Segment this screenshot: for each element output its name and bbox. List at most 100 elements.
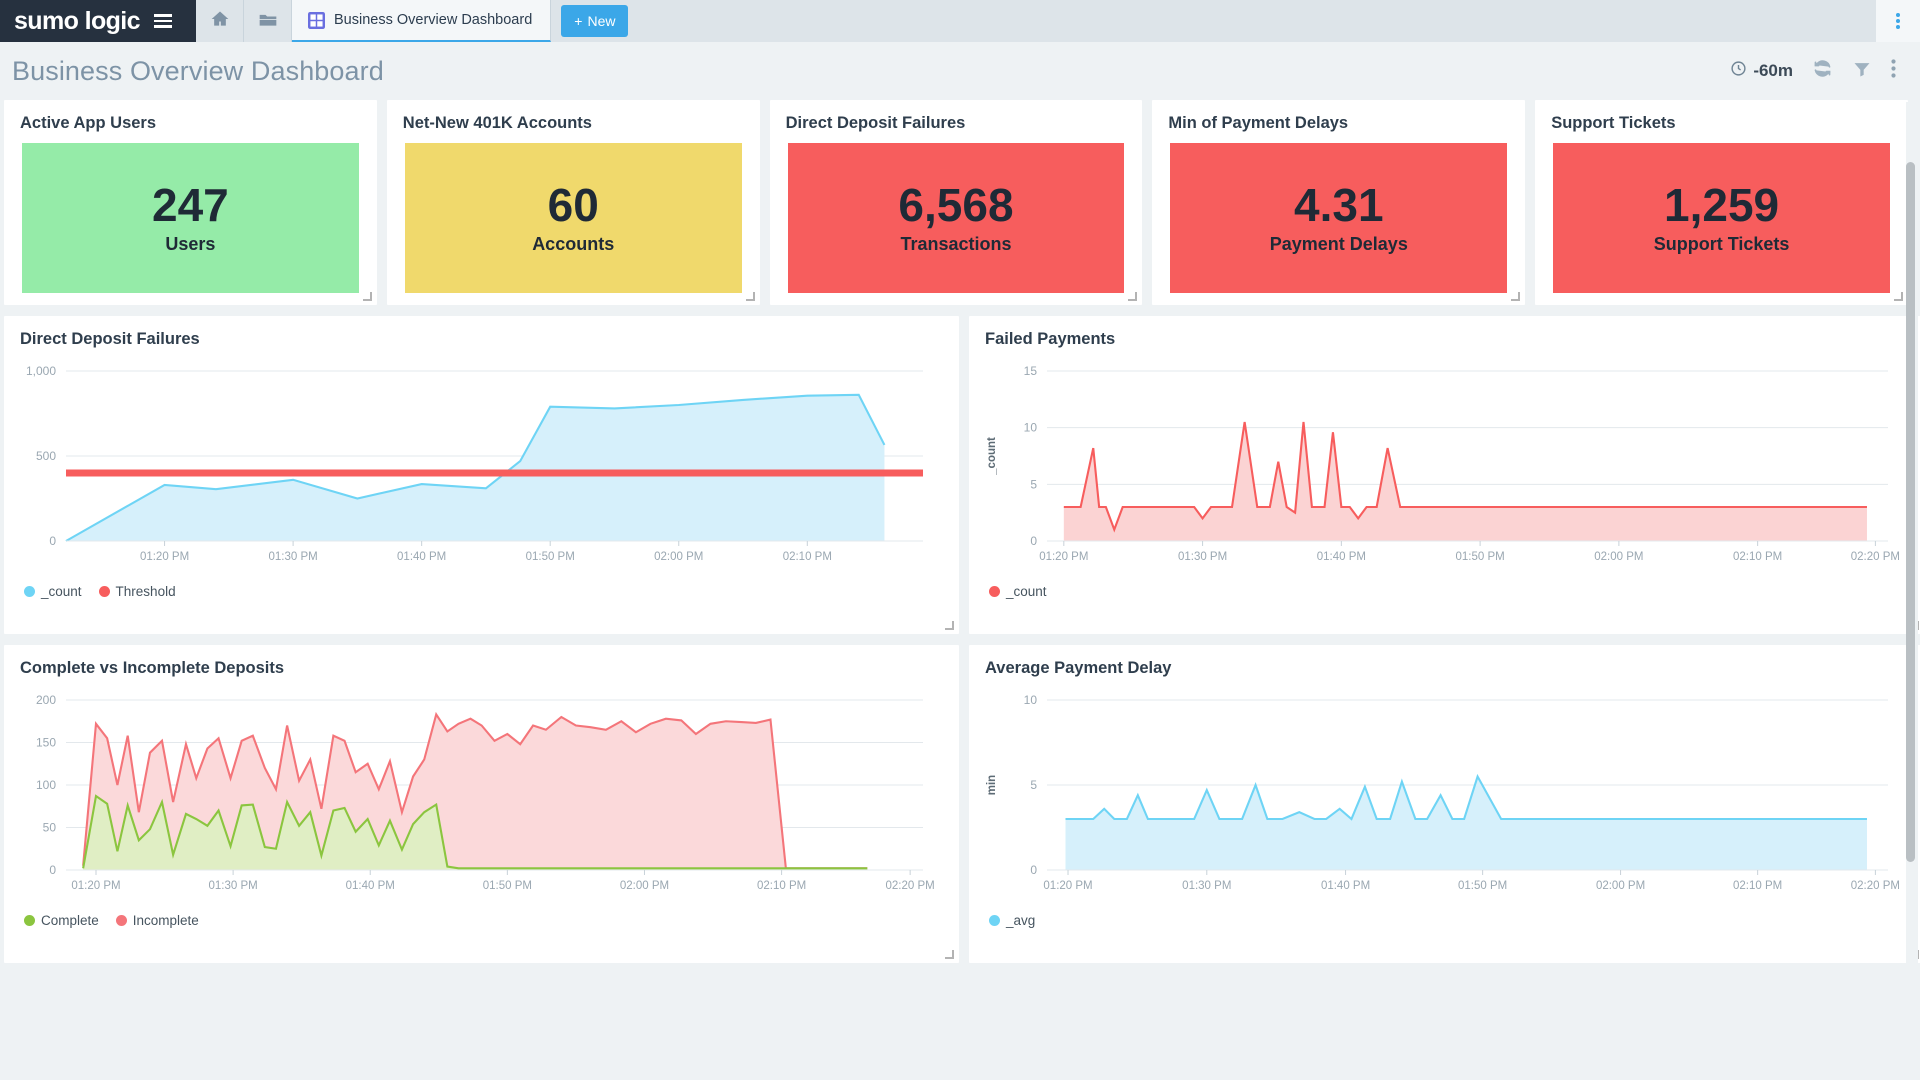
panel-failed-payments[interactable]: Failed Payments 051015_count01:20 PM01:3… <box>969 316 1920 634</box>
legend-item[interactable]: _count <box>989 584 1047 599</box>
svg-text:02:20 PM: 02:20 PM <box>1851 551 1900 563</box>
new-button[interactable]: + New <box>561 5 628 37</box>
plus-icon: + <box>574 13 582 29</box>
panel-resize-handle[interactable] <box>1511 292 1520 301</box>
new-button-label: New <box>587 13 615 29</box>
panel-resize-handle[interactable] <box>1128 292 1137 301</box>
time-range-label: -60m <box>1753 61 1793 81</box>
svg-text:01:30 PM: 01:30 PM <box>1178 551 1227 563</box>
chart-svg: 05010015020001:20 PM01:30 PM01:40 PM01:5… <box>14 686 949 904</box>
svg-text:01:20 PM: 01:20 PM <box>1039 551 1088 563</box>
chart-legend: _avg <box>969 909 1920 928</box>
home-button[interactable] <box>196 0 244 42</box>
kpi-value-box: 60Accounts <box>405 143 742 293</box>
panel-resize-handle[interactable] <box>1894 292 1903 301</box>
svg-text:50: 50 <box>43 821 57 835</box>
panel-resize-handle[interactable] <box>945 621 954 630</box>
legend-item[interactable]: _count <box>24 584 82 599</box>
kpi-value: 247 <box>152 181 229 229</box>
kpi-panel[interactable]: Net-New 401K Accounts 60Accounts <box>387 100 760 305</box>
kpi-panel[interactable]: Support Tickets1,259Support Tickets <box>1535 100 1908 305</box>
svg-text:10: 10 <box>1024 693 1038 707</box>
svg-text:01:40 PM: 01:40 PM <box>397 551 446 563</box>
chart-failed-payments: 051015_count01:20 PM01:30 PM01:40 PM01:5… <box>969 349 1920 580</box>
legend-label: _count <box>1006 584 1047 599</box>
svg-text:_count: _count <box>986 437 998 476</box>
hamburger-icon[interactable] <box>154 12 172 30</box>
svg-text:200: 200 <box>36 693 56 707</box>
legend-color-dot <box>24 915 35 926</box>
svg-text:0: 0 <box>1030 534 1037 548</box>
filter-icon <box>1852 59 1872 84</box>
panel-direct-deposit-failures[interactable]: Direct Deposit Failures 05001,00001:20 P… <box>4 316 959 634</box>
kpi-panel[interactable]: Min of Payment Delays 4.31 Payment Delays <box>1152 100 1525 305</box>
panel-title: Direct Deposit Failures <box>4 316 959 349</box>
legend-item[interactable]: Threshold <box>99 584 176 599</box>
svg-text:01:20 PM: 01:20 PM <box>1043 880 1092 892</box>
svg-text:02:20 PM: 02:20 PM <box>886 880 935 892</box>
chart-complete-vs-incomplete-deposits: 05010015020001:20 PM01:30 PM01:40 PM01:5… <box>4 678 959 909</box>
kpi-value: 6,568 <box>898 181 1013 229</box>
kpi-value-box: 247Users <box>22 143 359 293</box>
svg-text:02:10 PM: 02:10 PM <box>1733 880 1782 892</box>
panel-resize-handle[interactable] <box>363 292 372 301</box>
header-kebab-menu[interactable] <box>1876 0 1920 42</box>
legend-item[interactable]: Complete <box>24 913 99 928</box>
svg-text:02:00 PM: 02:00 PM <box>1596 880 1645 892</box>
chart-average-payment-delay: 0510min01:20 PM01:30 PM01:40 PM01:50 PM0… <box>969 678 1920 909</box>
kpi-value: 4.31 <box>1294 181 1384 229</box>
legend-item[interactable]: _avg <box>989 913 1035 928</box>
svg-text:150: 150 <box>36 736 56 750</box>
svg-text:1,000: 1,000 <box>26 364 56 378</box>
time-range-selector[interactable]: -60m <box>1730 60 1793 82</box>
panel-complete-vs-incomplete-deposits[interactable]: Complete vs Incomplete Deposits 05010015… <box>4 645 959 963</box>
kpi-panel[interactable]: Direct Deposit Failures 6,568 Transactions <box>770 100 1143 305</box>
kpi-title: Net-New 401K Accounts <box>387 100 760 133</box>
chart-row-2: Complete vs Incomplete Deposits 05010015… <box>4 645 1908 963</box>
tab-business-overview-dashboard[interactable]: Business Overview Dashboard <box>292 0 551 42</box>
svg-text:02:10 PM: 02:10 PM <box>757 880 806 892</box>
kpi-row: Active App Users247UsersNet-New 401K Acc… <box>4 100 1908 305</box>
svg-text:01:40 PM: 01:40 PM <box>1317 551 1366 563</box>
dashboard-board: Active App Users247UsersNet-New 401K Acc… <box>0 100 1920 1080</box>
library-button[interactable] <box>244 0 292 42</box>
home-icon <box>210 9 230 34</box>
svg-text:02:00 PM: 02:00 PM <box>1594 551 1643 563</box>
scrollbar-thumb[interactable] <box>1906 162 1915 862</box>
kpi-unit: Payment Delays <box>1270 234 1408 255</box>
kpi-panel[interactable]: Active App Users247Users <box>4 100 377 305</box>
kpi-title: Direct Deposit Failures <box>770 100 1143 133</box>
svg-text:5: 5 <box>1030 477 1037 491</box>
kpi-unit: Support Tickets <box>1654 234 1790 255</box>
svg-text:01:30 PM: 01:30 PM <box>268 551 317 563</box>
app-header: sumo logic Business Overview Dashboard +… <box>0 0 1920 42</box>
svg-text:02:00 PM: 02:00 PM <box>654 551 703 563</box>
legend-color-dot <box>116 915 127 926</box>
toolbar-kebab-menu[interactable] <box>1891 59 1896 83</box>
panel-resize-handle[interactable] <box>945 950 954 959</box>
scrollbar-track[interactable] <box>1906 102 1918 1078</box>
panel-resize-handle[interactable] <box>746 292 755 301</box>
kpi-value-box: 6,568 Transactions <box>788 143 1125 293</box>
chart-row-1: Direct Deposit Failures 0 500 1,000 01:20 P… <box>4 316 1908 634</box>
svg-text:100: 100 <box>36 778 56 792</box>
chart-legend: Complete Incomplete <box>4 909 959 928</box>
svg-text:01:50 PM: 01:50 PM <box>1455 551 1504 563</box>
kpi-title: Min of Payment Delays <box>1152 100 1525 133</box>
chart-legend: _count <box>969 580 1920 599</box>
svg-text:500: 500 <box>36 449 56 463</box>
folder-icon <box>258 9 278 34</box>
svg-text:02:10 PM: 02:10 PM <box>783 551 832 563</box>
svg-text:10: 10 <box>1024 421 1038 435</box>
filter-button[interactable] <box>1852 59 1872 84</box>
svg-text:0: 0 <box>49 534 56 548</box>
svg-text:01:50 PM: 01:50 PM <box>483 880 532 892</box>
refresh-button[interactable] <box>1812 58 1833 84</box>
legend-item[interactable]: Incomplete <box>116 913 199 928</box>
header-spacer <box>628 0 1876 42</box>
brand-area: sumo logic <box>0 0 196 42</box>
panel-average-payment-delay[interactable]: Average Payment Delay 0510min01:20 PM01:… <box>969 645 1920 963</box>
kpi-unit: Transactions <box>900 234 1011 255</box>
kpi-title: Support Tickets <box>1535 100 1908 133</box>
svg-text:0: 0 <box>1030 863 1037 877</box>
